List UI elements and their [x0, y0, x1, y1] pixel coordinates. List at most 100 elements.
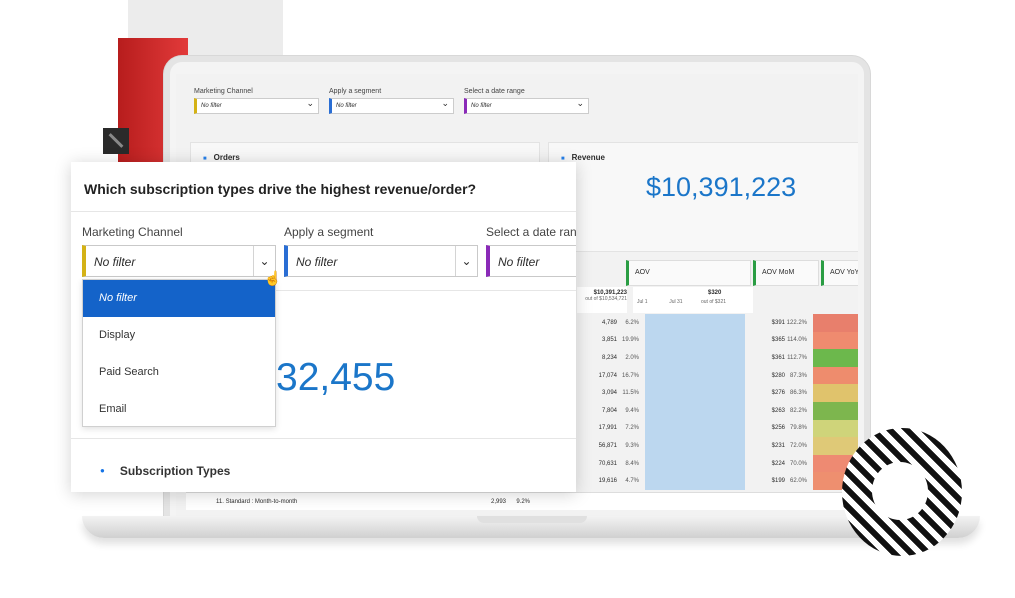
filter-marketing-channel: Marketing Channel No filter ⌄	[82, 225, 276, 277]
table-row[interactable]: 8,234 2.0% $361 112.7%	[577, 349, 858, 367]
revenue-total-cell: $10,391,223 out of $10,534,721	[577, 287, 627, 313]
axis-start: Jul 1	[637, 299, 648, 305]
filter-label: Marketing Channel	[82, 225, 183, 239]
back-filter-marketing: Marketing Channel No filter	[194, 88, 319, 114]
sparkline-bar	[645, 454, 745, 473]
aov-pct-cell: 79.8%	[789, 425, 807, 432]
column-header-aov-mom[interactable]: AOV MoM	[753, 260, 819, 286]
revenue-pct-cell: 11.5%	[622, 390, 639, 397]
aov-pct-cell: 72.0%	[789, 442, 807, 449]
decorative-dark-square	[103, 128, 129, 154]
revenue-cell: 17,074	[598, 372, 617, 379]
divider	[276, 290, 576, 291]
menu-item-display[interactable]: Display	[83, 317, 275, 354]
menu-item-paid-search[interactable]: Paid Search	[83, 354, 275, 391]
hand-cursor-icon: ☝	[264, 270, 282, 286]
table-row[interactable]: 11. Standard : Month-to-month 2,993 9.2%	[186, 492, 858, 510]
back-filter-bar: Marketing Channel No filter Apply a segm…	[194, 88, 589, 114]
date-range-select[interactable]: No filter	[464, 98, 589, 114]
revenue-cell: 7,804	[601, 407, 617, 414]
marketing-channel-dropdown[interactable]: No filter ⌄	[82, 245, 276, 277]
revenue-cell: 17,991	[598, 425, 617, 432]
revenue-pct-cell: 2.0%	[625, 354, 639, 361]
aov-pct-cell: 114.0%	[787, 337, 807, 344]
aov-total-sub: out of $321	[701, 299, 727, 305]
revenue-total-sub: out of $10,534,721	[585, 296, 627, 302]
subscription-types-title: Subscription Types	[100, 464, 230, 478]
sparkline-bar	[645, 437, 745, 455]
aov-pct-cell: 82.2%	[789, 407, 807, 414]
sparkline-bar	[645, 314, 745, 332]
sparkline-bar	[645, 472, 745, 490]
sparkline-bar	[645, 366, 745, 385]
heatmap-mom-cell	[813, 419, 858, 438]
heatmap-mom-cell	[813, 437, 858, 455]
date-range-dropdown[interactable]: No filter	[486, 245, 576, 277]
table-row[interactable]: 56,871 9.3% $231 72.0%	[577, 437, 858, 455]
revenue-pct-cell: 4.7%	[625, 478, 639, 485]
stage: Marketing Channel No filter Apply a segm…	[0, 0, 1015, 598]
segment-select[interactable]: No filter	[329, 98, 454, 114]
filter-label: Marketing Channel	[194, 88, 253, 95]
table-row[interactable]: 19,616 4.7% $199 62.0%	[577, 472, 858, 490]
chevron-down-icon[interactable]: ⌄	[455, 246, 477, 276]
table-row[interactable]: 3,851 19.9% $365 114.0%	[577, 331, 858, 350]
aov-cell: $280	[771, 372, 785, 379]
revenue-cell: 3,851	[601, 337, 617, 344]
table-row[interactable]: 7,804 9.4% $263 82.2%	[577, 401, 858, 420]
sparkline-bar	[645, 419, 745, 438]
aov-pct-cell: 70.0%	[789, 460, 807, 467]
heatmap-mom-cell	[813, 314, 858, 332]
aov-cell: $231	[771, 442, 785, 449]
aov-cell: $391	[771, 319, 785, 326]
sparkline-bar	[645, 384, 745, 402]
aov-cell: $276	[771, 390, 785, 397]
dropdown-value: No filter	[94, 255, 136, 269]
revenue-pct-cell: 6.2%	[625, 319, 639, 326]
row-orders-pct: 9.2%	[516, 498, 530, 505]
segment-dropdown[interactable]: No filter ⌄	[284, 245, 478, 277]
filter-label: Select a date range	[464, 88, 525, 95]
column-header-aov[interactable]: AOV	[626, 260, 751, 286]
dropdown-value: No filter	[498, 255, 540, 269]
filter-label: Apply a segment	[329, 88, 382, 95]
back-filter-date: Select a date range No filter	[464, 88, 589, 114]
heatmap-mom-cell	[813, 401, 858, 420]
revenue-pct-cell: 19.9%	[621, 337, 639, 344]
sparkline-bar	[645, 349, 745, 367]
divider	[71, 438, 576, 439]
aov-pct-cell: 122.2%	[786, 319, 807, 326]
menu-item-email[interactable]: Email	[83, 391, 275, 428]
panel-title: Which subscription types drive the highe…	[84, 181, 477, 197]
laptop-base	[82, 516, 980, 538]
table-row[interactable]: 4,789 6.2% $391 122.2%	[577, 314, 858, 332]
marketing-channel-select[interactable]: No filter	[194, 98, 319, 114]
heatmap-mom-cell	[813, 384, 858, 402]
menu-item-no-filter[interactable]: No filter	[83, 280, 275, 317]
revenue-pct-cell: 8.4%	[625, 460, 639, 467]
table-row[interactable]: 70,631 8.4% $224 70.0%	[577, 454, 858, 473]
aov-cell: $256	[771, 425, 785, 432]
filter-label: Select a date ran	[486, 225, 576, 239]
revenue-pct-cell: 9.4%	[625, 407, 639, 414]
table-row[interactable]: 17,074 16.7% $280 87.3%	[577, 366, 858, 385]
marketing-channel-menu: No filter Display Paid Search Email	[82, 279, 276, 427]
aov-pct-cell: 112.7%	[787, 354, 807, 361]
divider	[71, 211, 576, 212]
column-header-aov-yoy[interactable]: AOV YoY	[821, 260, 858, 286]
question-panel: Which subscription types drive the highe…	[71, 162, 576, 492]
sparkline-bar	[645, 401, 745, 420]
revenue-pct-cell: 16.7%	[621, 372, 639, 379]
table-row[interactable]: 3,094 11.5% $276 86.3%	[577, 384, 858, 402]
heatmap-mom-cell	[813, 349, 858, 367]
sparkline-bar	[645, 331, 745, 350]
revenue-value: $10,391,223	[646, 172, 797, 202]
heatmap-mom-cell	[813, 366, 858, 385]
revenue-pct-cell: 7.2%	[625, 425, 639, 432]
table-row[interactable]: 17,991 7.2% $256 79.8%	[577, 419, 858, 438]
orders-value: 32,455	[276, 356, 396, 399]
filter-segment: Apply a segment No filter ⌄	[284, 225, 478, 277]
revenue-pct-cell: 9.3%	[625, 442, 639, 449]
axis-end: Jul 31	[669, 299, 683, 305]
aov-cell: $361	[771, 354, 785, 361]
